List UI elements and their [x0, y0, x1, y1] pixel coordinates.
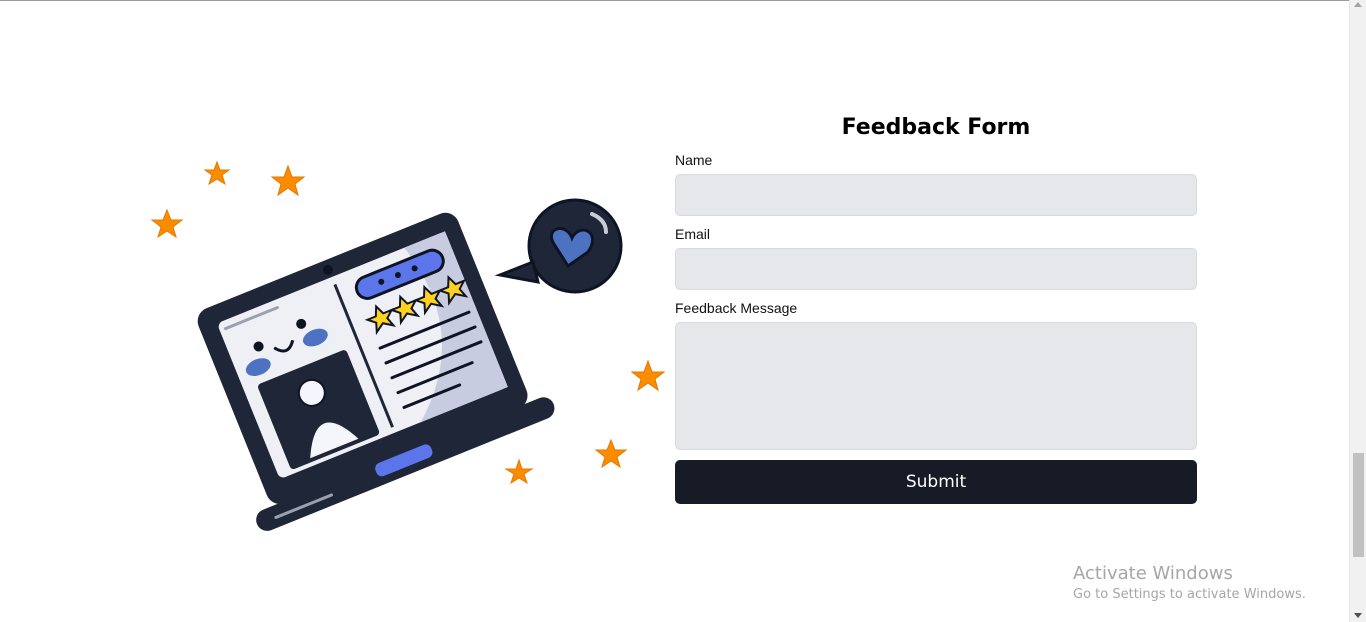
name-label: Name — [675, 152, 713, 168]
scroll-down-arrow-icon[interactable] — [1354, 613, 1362, 618]
feedback-illustration — [140, 140, 670, 540]
form-title: Feedback Form — [841, 115, 1031, 140]
activate-windows-watermark: Activate Windows Go to Settings to activ… — [1073, 563, 1306, 605]
laptop-icon — [150, 160, 666, 531]
email-input[interactable] — [675, 248, 1197, 290]
feedback-message-label: Feedback Message — [675, 300, 798, 316]
name-input[interactable] — [675, 174, 1197, 216]
heart-bubble-icon — [494, 198, 623, 294]
scroll-up-arrow-icon[interactable] — [1354, 2, 1362, 7]
email-label: Email — [675, 226, 711, 242]
vertical-scrollbar[interactable] — [1349, 0, 1366, 622]
feedback-message-textarea[interactable] — [675, 322, 1197, 450]
feedback-form: Feedback Form Name Email Feedback Messag… — [675, 112, 1197, 504]
submit-button[interactable]: Submit — [675, 460, 1197, 504]
watermark-subtitle: Go to Settings to activate Windows. — [1073, 587, 1306, 602]
scrollbar-thumb[interactable] — [1353, 453, 1364, 557]
top-border — [0, 0, 1349, 1]
watermark-title: Activate Windows — [1073, 563, 1233, 584]
